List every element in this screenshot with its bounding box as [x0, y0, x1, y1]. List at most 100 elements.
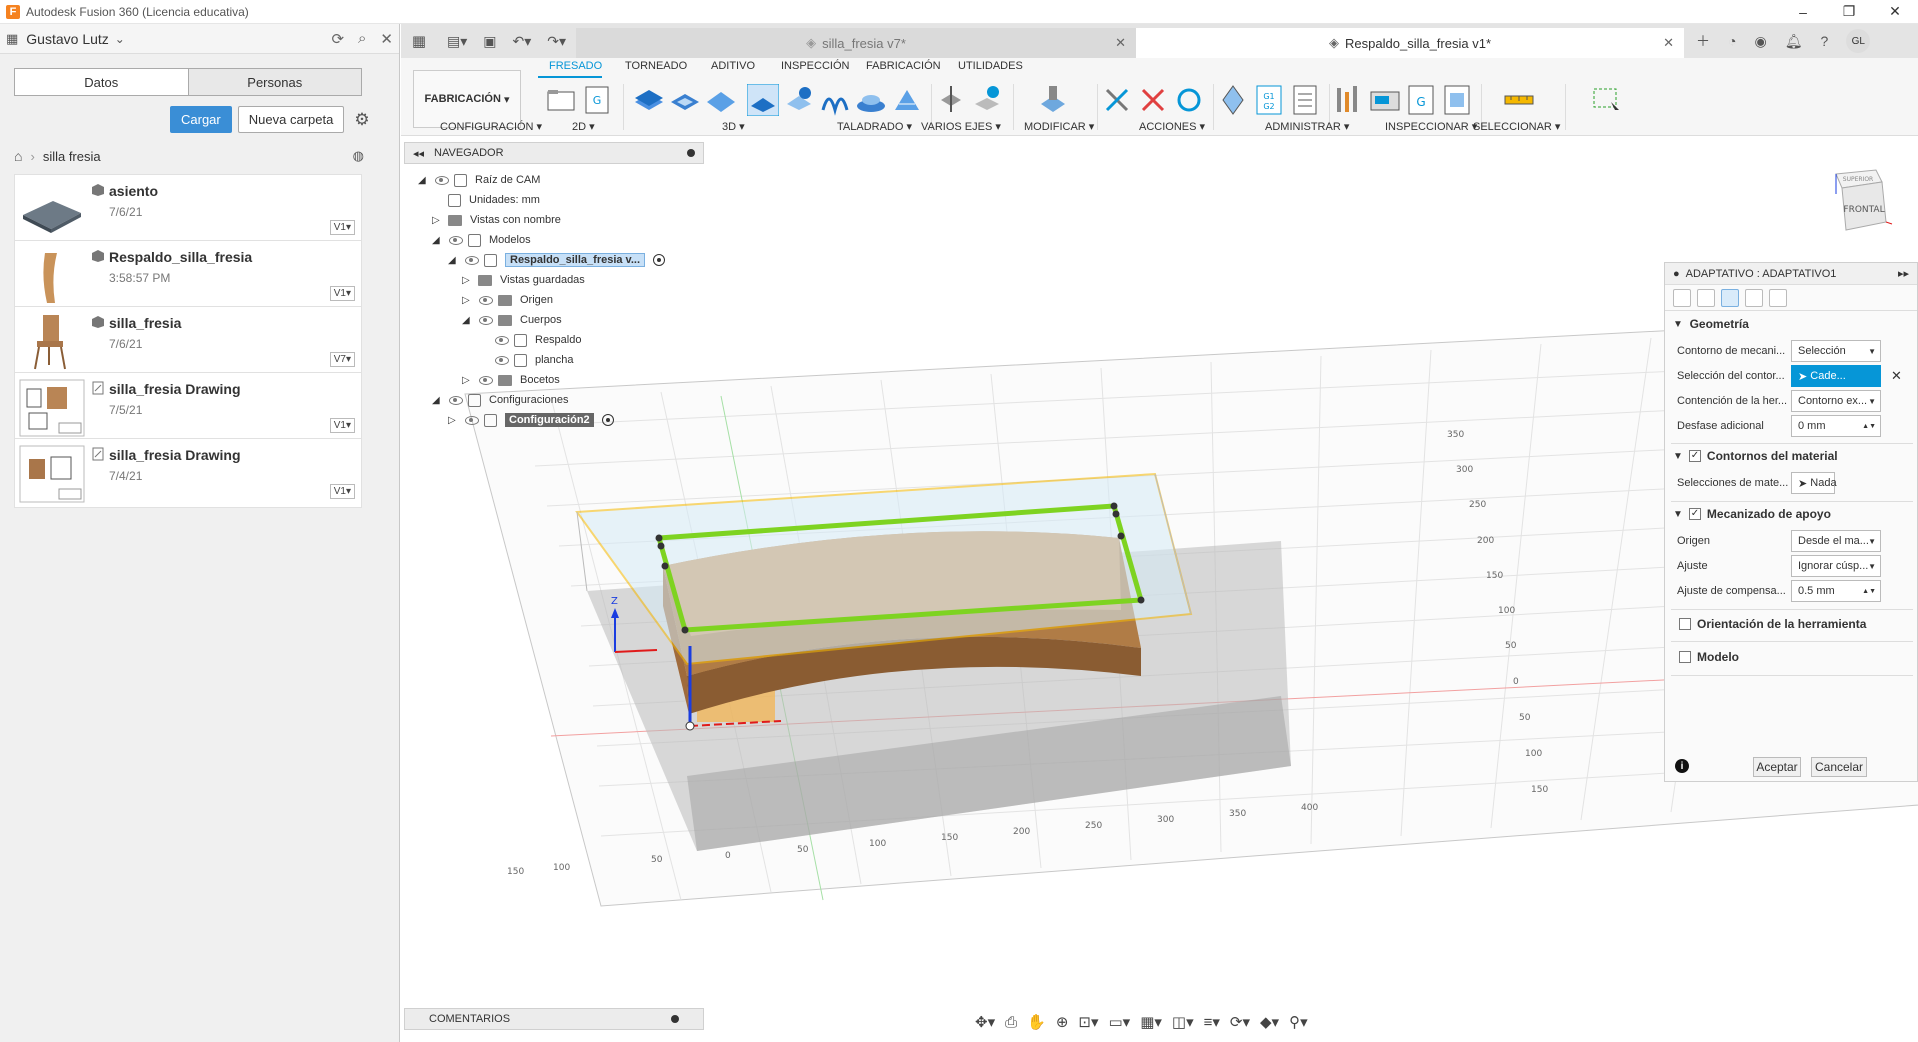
machine-library-icon[interactable]	[1369, 84, 1401, 116]
fit-icon[interactable]: ⊡▾	[1078, 1013, 1098, 1031]
eye-icon[interactable]	[494, 355, 510, 365]
collapse-icon[interactable]: ◂◂	[413, 147, 424, 160]
version-badge[interactable]: V1▾	[329, 286, 355, 301]
eye-icon[interactable]	[478, 295, 494, 305]
globe-icon[interactable]: ◍	[353, 148, 364, 164]
comments-panel[interactable]: COMENTARIOS	[404, 1008, 704, 1030]
version-badge[interactable]: V1▾	[329, 220, 355, 235]
help-icon[interactable]: ?	[1821, 33, 1829, 49]
minimize-icon[interactable]: –	[1780, 0, 1826, 24]
section-geometry[interactable]: ▼ Geometría	[1673, 317, 1749, 331]
expand-icon[interactable]: ◢	[418, 175, 430, 186]
2d-adaptive-icon[interactable]	[633, 84, 665, 116]
cut-icon[interactable]	[1101, 84, 1133, 116]
face-icon[interactable]	[705, 84, 737, 116]
close-tab-icon[interactable]: ✕	[1663, 35, 1674, 51]
viewcube-face[interactable]: FRONTAL	[1843, 205, 1884, 215]
notifications-icon[interactable]: 🔔︎	[1785, 33, 1803, 50]
tab-datos[interactable]: Datos	[15, 69, 188, 95]
orbit-icon[interactable]: ✥▾	[975, 1013, 995, 1031]
display-settings-icon[interactable]: ▭▾	[1109, 1013, 1131, 1031]
viewcube-top[interactable]: SUPERIOR	[1843, 176, 1873, 183]
group-inspeccionar[interactable]: INSPECCIONAR ▾	[1385, 120, 1477, 133]
section-rest-machining[interactable]: ▼ ✓ Mecanizado de apoyo	[1673, 507, 1831, 521]
tab-inspeccion[interactable]: INSPECCIÓN	[781, 60, 849, 72]
tree-item[interactable]: ▷ Vistas guardadas	[462, 270, 585, 290]
browser-options-icon[interactable]	[687, 149, 695, 157]
group-taladrado[interactable]: TALADRADO ▾	[837, 120, 912, 133]
tab-fresado[interactable]: FRESADO	[549, 60, 602, 72]
setup-folder-icon[interactable]	[545, 84, 577, 116]
tree-item[interactable]: Unidades: mm	[448, 190, 540, 210]
adjustment-select[interactable]: Ignorar cúsp... ▼	[1791, 555, 1881, 577]
close-tab-icon[interactable]: ✕	[1115, 35, 1126, 51]
transform-icon[interactable]	[1173, 84, 1205, 116]
measure-icon[interactable]	[1503, 84, 1535, 116]
expand-icon[interactable]: ◢	[432, 235, 444, 246]
search-icon[interactable]: ⌕	[358, 30, 366, 48]
nc-program-icon[interactable]: G	[581, 84, 613, 116]
machining-boundary-select[interactable]: Selección ▼	[1791, 340, 1881, 362]
activate-icon[interactable]	[653, 254, 666, 266]
expand-icon[interactable]: ▷	[462, 275, 474, 286]
eye-icon[interactable]	[448, 235, 464, 245]
clear-selection-icon[interactable]: ✕	[1891, 368, 1902, 384]
passes-tab-icon[interactable]	[1745, 288, 1763, 307]
visibility-icon[interactable]: ≡▾	[1204, 1013, 1220, 1031]
apps-grid-icon[interactable]: ▦	[6, 31, 18, 47]
section-model[interactable]: Modelo	[1673, 650, 1739, 664]
chain-selection-button[interactable]: ➤ Cade...	[1791, 365, 1881, 387]
post-process-icon[interactable]: G1G2	[1253, 84, 1285, 116]
hole-recognition-icon[interactable]	[971, 84, 1003, 116]
group-acciones[interactable]: ACCIONES ▾	[1139, 120, 1205, 133]
tab-aditivo[interactable]: ADITIVO	[711, 60, 755, 72]
template-library-icon[interactable]	[1441, 84, 1473, 116]
expand-icon[interactable]: ▷	[462, 375, 474, 386]
drill-icon[interactable]	[935, 84, 967, 116]
info-icon[interactable]: i	[1675, 759, 1689, 773]
restore-icon[interactable]: ❐	[1826, 0, 1872, 24]
save-icon[interactable]: ▣	[483, 33, 496, 50]
multi-axis-icon[interactable]	[1037, 84, 1069, 116]
grid-settings-icon[interactable]: ▦▾	[1140, 1013, 1162, 1031]
tree-item[interactable]: ▷ Bocetos	[462, 370, 560, 390]
close-panel-icon[interactable]: ✕	[380, 30, 393, 48]
viewcube[interactable]: FRONTAL SUPERIOR	[1828, 166, 1894, 236]
tree-item[interactable]: Respaldo	[490, 330, 581, 350]
eye-icon[interactable]	[494, 335, 510, 345]
tree-item[interactable]: ◢ Cuerpos	[462, 310, 562, 330]
stock-contours-checkbox[interactable]: ✓	[1688, 450, 1701, 462]
tab-utilidades[interactable]: UTILIDADES	[958, 60, 1023, 72]
cancel-button[interactable]: Cancelar	[1811, 757, 1867, 777]
setup-sheet-icon[interactable]	[1289, 84, 1321, 116]
activate-icon[interactable]	[601, 414, 614, 426]
eye-icon[interactable]	[464, 415, 480, 425]
redo-icon[interactable]: ↷▾	[547, 33, 566, 50]
file-card[interactable]: silla_fresia Drawing 7/4/21 V1▾	[14, 438, 362, 508]
breadcrumb[interactable]: silla fresia	[43, 149, 101, 164]
group-configuracion[interactable]: CONFIGURACIÓN ▾	[440, 120, 542, 133]
linking-tab-icon[interactable]	[1769, 288, 1787, 307]
3d-pocket-icon[interactable]	[783, 84, 815, 116]
geometry-tab-icon[interactable]	[1697, 288, 1715, 307]
rotate-icon[interactable]: ⟳▾	[1230, 1013, 1250, 1031]
eye-icon[interactable]	[478, 315, 494, 325]
expand-icon[interactable]: ◢	[462, 315, 474, 326]
viewports-icon[interactable]: ◫▾	[1172, 1013, 1194, 1031]
new-folder-button[interactable]: Nueva carpeta	[237, 106, 345, 133]
delete-icon[interactable]	[1137, 84, 1169, 116]
simulate-icon[interactable]	[1217, 84, 1249, 116]
eye-icon[interactable]	[448, 395, 464, 405]
eye-icon[interactable]	[434, 175, 450, 185]
job-status-icon[interactable]: ◉	[1755, 33, 1767, 50]
tool-library-icon[interactable]	[1333, 84, 1365, 116]
extensions-icon[interactable]: ◔	[1728, 33, 1736, 49]
tab-respaldo[interactable]: ◈ Respaldo_silla_fresia v1* ✕	[1136, 28, 1685, 58]
user-name-dropdown[interactable]: Gustavo Lutz	[26, 31, 109, 47]
additional-offset-input[interactable]: 0 mm ▲▼	[1791, 415, 1881, 437]
ok-button[interactable]: Aceptar	[1753, 757, 1801, 777]
tree-item[interactable]: ◢ Modelos	[432, 230, 531, 250]
file-card[interactable]: silla_fresia Drawing 7/5/21 V1▾	[14, 372, 362, 442]
rest-machining-checkbox[interactable]: ✓	[1688, 508, 1701, 520]
group-2d[interactable]: 2D ▾	[572, 120, 595, 133]
